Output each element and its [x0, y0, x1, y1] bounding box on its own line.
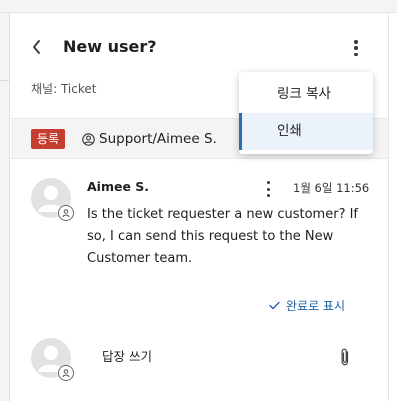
- message-timestamp: 1월 6일 11:56: [293, 181, 370, 195]
- channel-label: 채널: Ticket: [31, 82, 97, 96]
- message-more-button[interactable]: [265, 181, 271, 197]
- avatar: [31, 178, 74, 221]
- menu-item-print[interactable]: 인쇄: [239, 113, 373, 150]
- user-circle-icon: [82, 132, 95, 146]
- kebab-icon-dot: [354, 52, 358, 56]
- paperclip-icon: [341, 348, 349, 366]
- user-status-icon: [58, 365, 74, 381]
- reply-input[interactable]: 답장 쓰기: [102, 349, 152, 365]
- message-body: Is the ticket requester a new customer? …: [87, 207, 359, 266]
- kebab-icon-dot: [354, 46, 358, 50]
- left-frame: [0, 13, 10, 401]
- status-badge: 등록: [31, 129, 66, 149]
- check-icon: [269, 301, 280, 309]
- back-button[interactable]: [29, 37, 43, 57]
- chevron-left-icon: [32, 40, 40, 54]
- kebab-icon-dot: [266, 181, 270, 184]
- right-frame-border: [388, 13, 389, 401]
- assignee: Support/Aimee S.: [82, 129, 217, 149]
- kebab-icon-dot: [354, 40, 358, 44]
- attach-button[interactable]: [338, 347, 352, 367]
- top-frame: [0, 0, 397, 13]
- reply-avatar: [31, 338, 74, 381]
- menu-item-copy-link[interactable]: 링크 복사: [239, 76, 373, 113]
- user-status-icon: [58, 205, 74, 221]
- mark-done-label: 완료로 표시: [286, 298, 346, 313]
- mark-done-button[interactable]: 완료로 표시: [269, 297, 345, 313]
- assignee-name: Support/Aimee S.: [99, 131, 217, 147]
- options-menu: 링크 복사 인쇄: [239, 72, 373, 154]
- message-author: Aimee S.: [87, 179, 150, 194]
- page-title: New user?: [63, 37, 157, 56]
- more-options-button[interactable]: [349, 38, 363, 58]
- kebab-icon-dot: [266, 194, 270, 197]
- kebab-icon-dot: [266, 187, 270, 191]
